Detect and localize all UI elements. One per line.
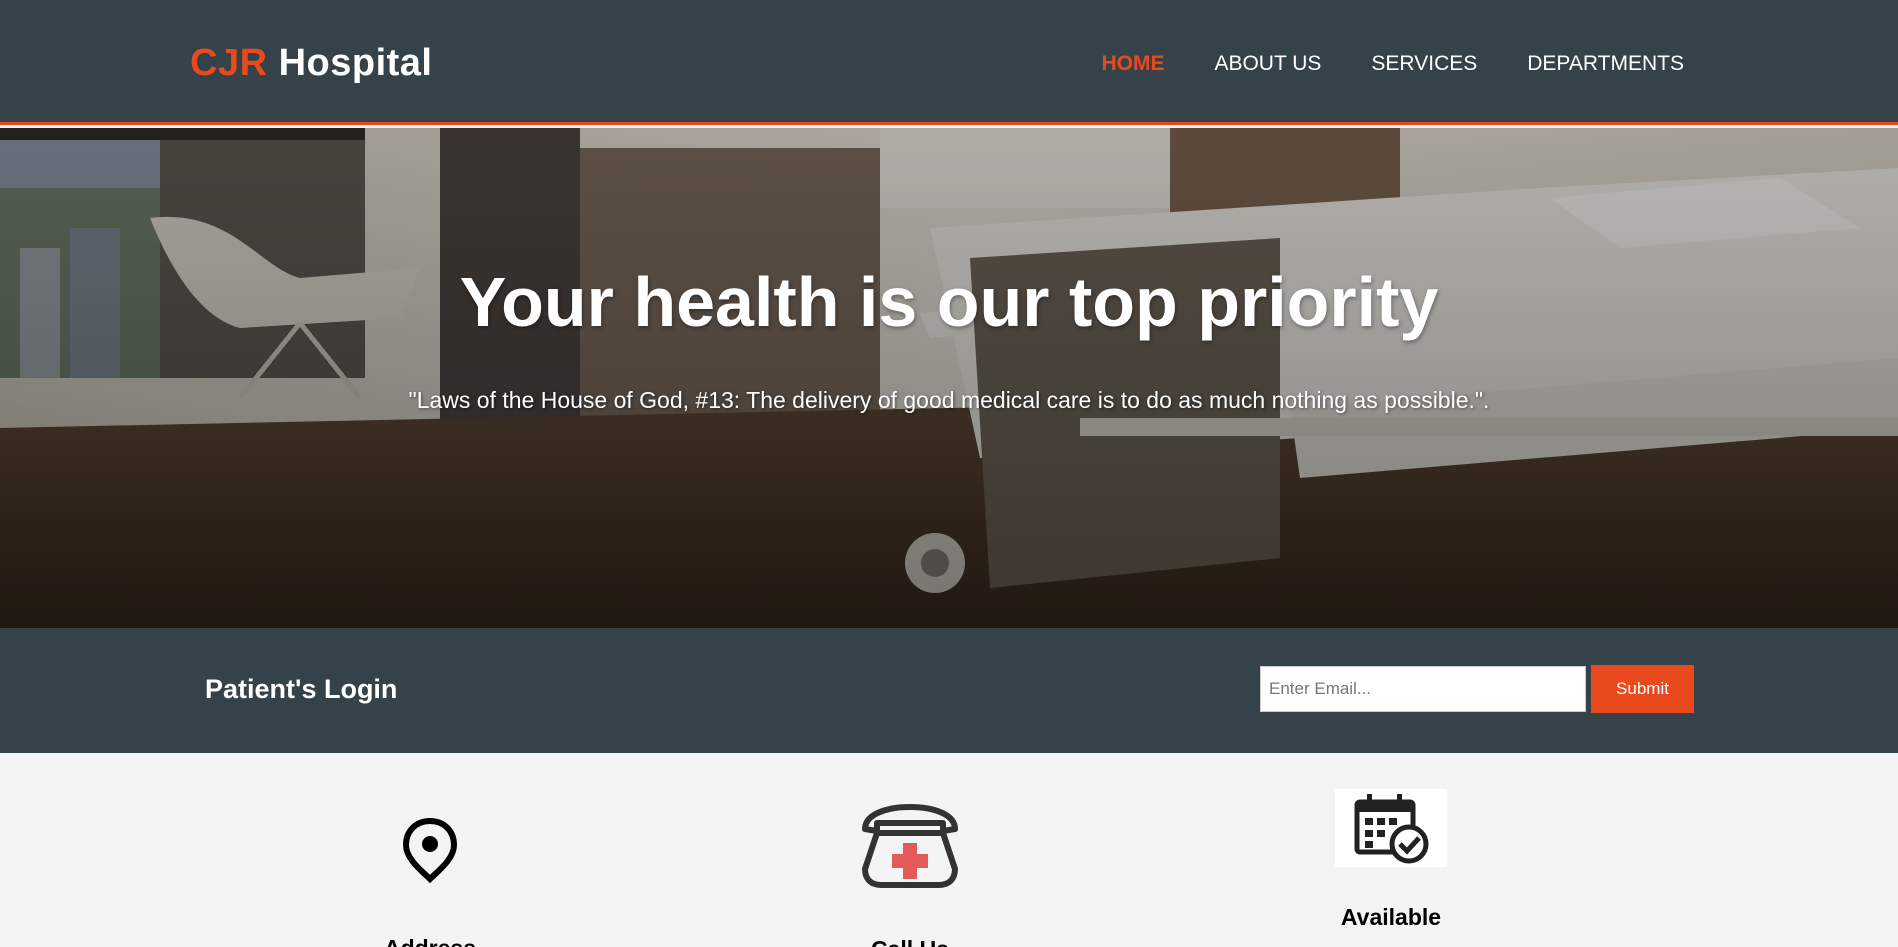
site-header: CJR Hospital HOME ABOUT US SERVICES DEPA… [0,0,1898,125]
hero-background-image [0,128,1898,628]
logo-text: Hospital [267,42,433,84]
call-us-box: Call Us [810,803,1010,947]
call-us-title: Call Us [810,936,1010,947]
site-logo[interactable]: CJR Hospital [190,42,433,85]
nav-about-us[interactable]: ABOUT US [1214,52,1321,76]
email-field[interactable] [1260,666,1586,712]
nav-services[interactable]: SERVICES [1371,52,1477,76]
calendar-check-icon [1335,789,1447,867]
main-nav: HOME ABOUT US SERVICES DEPARTMENTS [1101,52,1684,76]
patient-login-bar: Patient's Login Submit [0,628,1898,753]
info-boxes: Address Call Us [0,753,1898,947]
patient-login-title: Patient's Login [205,674,398,704]
nav-home[interactable]: HOME [1101,52,1164,76]
nav-departments[interactable]: DEPARTMENTS [1527,52,1684,76]
submit-button[interactable]: Submit [1591,665,1694,713]
address-title: Address [330,935,530,947]
hero-title: Your health is our top priority [459,263,1439,341]
logo-accent: CJR [190,42,268,84]
available-title: Available [1340,904,1442,930]
address-box: Address [330,815,530,947]
medical-phone-icon [810,803,1010,889]
hero-quote: "Laws of the House of God, #13: The deli… [408,387,1490,413]
map-pin-icon [330,815,530,885]
hero-banner: Your health is our top priority "Laws of… [0,128,1898,628]
available-box: Available [1291,789,1491,930]
